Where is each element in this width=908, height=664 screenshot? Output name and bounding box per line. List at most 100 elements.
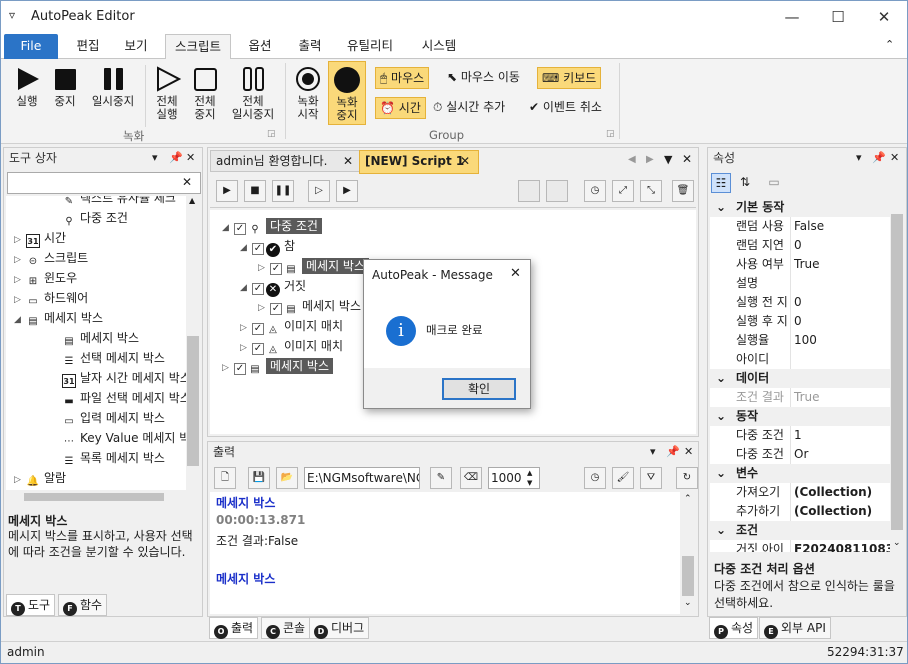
property-row[interactable]: 랜덤 사용 False [710, 217, 890, 236]
toolbox-vscroll[interactable]: ▲ [186, 196, 200, 490]
time-button[interactable]: ⏰ 시간 [375, 97, 426, 119]
event-cancel-button[interactable]: ✔ 이벤트 취소 [525, 97, 606, 119]
property-row[interactable]: 다중 조건 Or [710, 445, 890, 464]
menu-system[interactable]: 시스템 [409, 34, 469, 59]
expander-icon[interactable]: ▷ [14, 470, 26, 490]
property-row[interactable]: 설명 [710, 274, 890, 293]
collapse-ribbon-icon[interactable]: ⌃ [885, 38, 894, 51]
realtime-add-button[interactable]: ⏱ 실시간 추가 [429, 97, 509, 119]
expander-icon[interactable]: ◢ [14, 310, 26, 330]
tab-list-icon[interactable]: ▼ [664, 153, 672, 166]
tab-properties[interactable]: P 속성 [709, 617, 759, 639]
expander-icon[interactable]: ◢ [222, 218, 234, 238]
hscroll-thumb[interactable] [24, 493, 164, 501]
expander-icon[interactable]: ▷ [14, 250, 26, 270]
expander-icon[interactable]: ▷ [258, 258, 270, 278]
property-row[interactable]: 다중 조건 1 [710, 426, 890, 445]
open-folder-button[interactable]: 📂 [276, 467, 298, 489]
scroll-right-icon[interactable]: ▶ [646, 154, 654, 165]
expander-icon[interactable]: ▷ [240, 338, 252, 358]
expander-icon[interactable]: ▷ [14, 270, 26, 290]
node-checkbox[interactable]: ✓ [234, 363, 246, 375]
toolbox-item[interactable]: ▷ ⊞ 윈도우 [14, 268, 77, 288]
node-checkbox[interactable]: ✓ [270, 263, 282, 275]
collapse-category-icon[interactable]: ⌄ [716, 407, 726, 426]
collapse-category-icon[interactable]: ⌄ [716, 464, 726, 483]
property-value[interactable]: 100 [794, 331, 817, 350]
expander-icon[interactable]: ▷ [222, 358, 234, 378]
mouse-button[interactable]: 🖱 마우스 [375, 67, 430, 89]
toolbox-item[interactable]: ⋯ Key Value 메세지 박스 [50, 428, 186, 448]
menu-script[interactable]: 스크립트 [165, 34, 231, 59]
clear-search-icon[interactable]: ✕ [182, 175, 192, 189]
toolbox-item[interactable]: 31 날자 시간 메세지 박스 [50, 368, 186, 388]
toolbox-item[interactable]: ☰ 목록 메세지 박스 [50, 448, 165, 468]
property-row[interactable]: 랜덤 지연 0 [710, 236, 890, 255]
dialog-close-button[interactable]: ✕ [510, 266, 521, 281]
property-row[interactable]: 거짓 아이 F2024081108335 [710, 540, 890, 552]
minimize-button[interactable]: — [769, 1, 815, 33]
expand-button[interactable]: ⤢ [612, 180, 634, 202]
script-node[interactable]: ◢ ✓ ⚲ 다중 조건 [222, 216, 322, 236]
close-tab-icon[interactable]: ✕ [460, 151, 470, 171]
property-row[interactable]: 실행 전 지 0 [710, 293, 890, 312]
refresh-button[interactable]: ↻ [676, 467, 698, 489]
toolbox-item[interactable]: ▤ 메세지 박스 [50, 328, 139, 348]
pin-icon[interactable]: 📌 [169, 148, 183, 168]
run-all-button[interactable]: 전체 실행 [149, 65, 185, 121]
close-button[interactable]: ✕ [861, 1, 907, 33]
property-value[interactable]: Or [794, 445, 808, 464]
properties-vscroll[interactable]: ⌄ [890, 198, 904, 552]
run-script-button[interactable]: ▶ [216, 180, 238, 202]
tab-external-api[interactable]: E 외부 API [759, 617, 831, 639]
expander-icon[interactable]: ▷ [258, 298, 270, 318]
tab-debug[interactable]: D 디버그 [309, 617, 370, 639]
menu-edit[interactable]: 편집 [65, 34, 111, 59]
tab-functions[interactable]: F 함수 [58, 594, 108, 616]
toolbox-item[interactable]: ▬ 파일 선택 메세지 박스 [50, 388, 186, 408]
alphabetical-sort-icon[interactable]: ⇅ [735, 173, 755, 193]
stop-all-button[interactable]: 전체 중지 [187, 65, 223, 121]
dropdown-icon[interactable]: ▾ [856, 148, 862, 168]
property-value[interactable]: True [794, 388, 820, 407]
script-node[interactable]: ▷ ✓ ◬ 이미지 매치 [240, 336, 343, 356]
script-node[interactable]: ▷ ✓ ▤ 메세지 박스 [222, 356, 334, 378]
property-value[interactable]: False [794, 217, 824, 236]
property-category[interactable]: ⌄ 기본 동작 [710, 198, 890, 217]
eraser-button[interactable]: ⌫ [460, 467, 482, 489]
node-checkbox[interactable]: ✓ [252, 283, 264, 295]
collapse-category-icon[interactable]: ⌄ [716, 369, 726, 388]
property-value[interactable]: 0 [794, 312, 802, 331]
output-vscroll[interactable]: ⌃ ⌄ [680, 492, 696, 614]
tab-output[interactable]: O 출력 [209, 617, 259, 639]
scroll-thumb[interactable] [891, 214, 903, 530]
toolbox-item[interactable]: ✎ 텍스트 유사율 체크 [50, 196, 176, 208]
pin-icon[interactable]: 📌 [666, 442, 680, 462]
property-row[interactable]: 조건 결과 True [710, 388, 890, 407]
blank-button-1[interactable] [518, 180, 540, 202]
categorized-view-icon[interactable]: ☷ [711, 173, 731, 193]
maximize-button[interactable]: ☐ [815, 1, 861, 33]
scroll-thumb[interactable] [187, 336, 199, 466]
menu-utility[interactable]: 유틸리티 [339, 34, 401, 59]
script-node[interactable]: ▷ ✓ ▤ 메세지 박스 [258, 296, 361, 316]
node-checkbox[interactable]: ✓ [252, 243, 264, 255]
ok-button[interactable]: 확인 [442, 378, 516, 400]
step-button[interactable]: ▷ [308, 180, 330, 202]
pin-icon[interactable]: 📌 [872, 148, 886, 168]
paint-brush-button[interactable]: 🖌 [612, 467, 634, 489]
toolbox-item[interactable]: ◢ ▤ 메세지 박스 [14, 308, 103, 328]
mouse-move-button[interactable]: ⬉ 마우스 이동 [443, 67, 524, 89]
property-category[interactable]: ⌄ 조건 [710, 521, 890, 540]
property-category[interactable]: ⌄ 변수 [710, 464, 890, 483]
node-checkbox[interactable]: ✓ [270, 303, 282, 315]
toolbox-hscroll[interactable] [6, 490, 186, 504]
pause-button[interactable]: 일시중지 [85, 65, 141, 108]
node-checkbox[interactable]: ✓ [252, 343, 264, 355]
toolbox-item[interactable]: ▷ 🔔 알람 [14, 468, 66, 488]
property-pages-icon[interactable]: ▭ [764, 173, 784, 193]
dropdown-icon[interactable]: ▾ [152, 148, 158, 168]
brush-clean-button[interactable]: ✎ [430, 467, 452, 489]
script-node[interactable]: ▷ ✓ ▤ 메세지 박스 [258, 256, 370, 278]
close-icon[interactable]: ✕ [890, 148, 899, 168]
